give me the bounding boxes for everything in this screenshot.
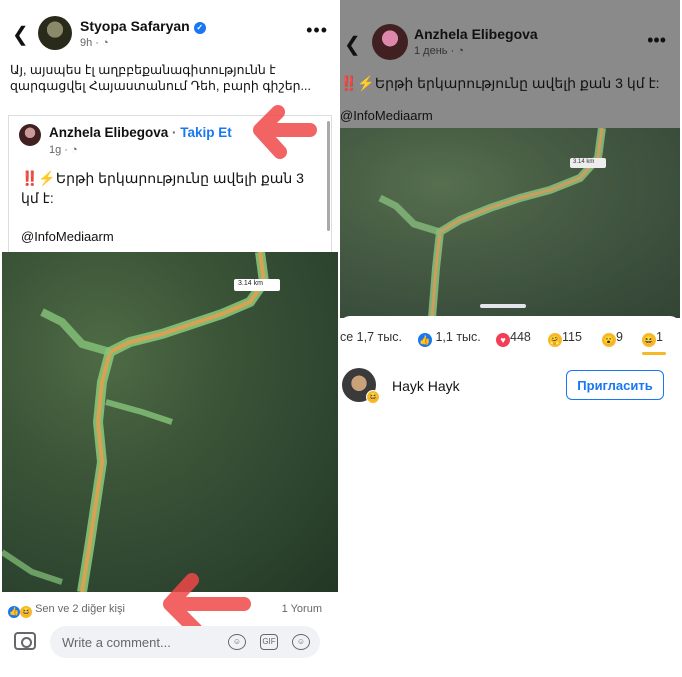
globe-icon: ◔ bbox=[457, 45, 464, 57]
emoji-icon[interactable]: ☺ bbox=[292, 634, 310, 650]
tab-like[interactable]: 👍 1,1 тыс. bbox=[418, 330, 481, 347]
tab-love[interactable]: ♥ 448 bbox=[496, 330, 531, 347]
haha-icon: 😆 bbox=[642, 333, 656, 347]
separator: · bbox=[168, 125, 181, 140]
post-text: ‼️⚡Երթի երկարությունը ավելի քան 3 կմ է: bbox=[340, 75, 660, 91]
back-icon[interactable]: ❮ bbox=[12, 22, 29, 47]
shared-author-name[interactable]: Anzhela Elibegova bbox=[49, 125, 168, 140]
map-distance-label: 3.14 km bbox=[238, 280, 263, 287]
tab-haha[interactable]: 😆1 bbox=[642, 330, 663, 347]
post-text: Այ, այսպես էլ աղբբեքանագիտությունն է զար… bbox=[10, 63, 311, 93]
follow-button[interactable]: Takip Et bbox=[180, 125, 232, 140]
avatar-sticker-icon[interactable]: ☺ bbox=[228, 634, 246, 650]
more-options-icon[interactable]: ••• bbox=[306, 20, 328, 41]
list-item[interactable]: 😆 Hayk Hayk Пригласить bbox=[340, 366, 680, 406]
post-header: ❮ Styopa Safaryan ✓ 9h · ◔ ••• bbox=[2, 8, 338, 56]
globe-icon: ◔ bbox=[71, 144, 78, 156]
comment-input[interactable]: Write a comment... ☺ GIF ☺ bbox=[50, 626, 320, 658]
left-screenshot: ❮ Styopa Safaryan ✓ 9h · ◔ ••• Այ, այսպես… bbox=[2, 0, 338, 677]
comments-count[interactable]: 1 Yorum bbox=[282, 603, 322, 615]
comment-bar: Write a comment... ☺ GIF ☺ bbox=[8, 626, 332, 662]
shared-avatar[interactable] bbox=[19, 124, 41, 146]
shared-author: Anzhela Elibegova · Takip Et bbox=[49, 125, 232, 140]
reactions-sheet: се 1,7 тыс. 👍 1,1 тыс. ♥ 448 🤗115 😮9 😆1 😆… bbox=[340, 316, 680, 677]
dimmed-post: ❮ Anzhela Elibegova 1 день · ◔ ••• ‼️⚡Եր… bbox=[340, 0, 680, 318]
shared-tag[interactable]: @InfoMediaarm bbox=[21, 229, 114, 244]
avatar[interactable] bbox=[372, 24, 408, 60]
shared-time: 1g · ◔ bbox=[49, 144, 78, 156]
annotation-arrow-top bbox=[253, 105, 317, 159]
author-name[interactable]: Anzhela Elibegova bbox=[414, 26, 538, 42]
globe-icon: ◔ bbox=[102, 37, 109, 49]
active-tab-indicator bbox=[642, 352, 666, 355]
post-header: ❮ Anzhela Elibegova 1 день · ◔ ••• bbox=[340, 18, 680, 66]
reactions-summary[interactable]: 👍 😆 Sen ve 2 diğer kişi 1 Yorum bbox=[8, 603, 332, 619]
post-time: 9h · ◔ bbox=[80, 37, 109, 49]
post-tag[interactable]: @InfoMediaarm bbox=[340, 108, 433, 123]
like-icon: 👍 bbox=[418, 333, 432, 347]
heart-icon: ♥ bbox=[496, 333, 510, 347]
verified-icon: ✓ bbox=[193, 22, 206, 34]
comment-placeholder: Write a comment... bbox=[62, 635, 171, 650]
author-name[interactable]: Styopa Safaryan ✓ bbox=[80, 18, 206, 34]
satellite-map-image[interactable]: 3.14 km bbox=[340, 128, 680, 318]
scrollbar[interactable] bbox=[327, 121, 330, 231]
gif-icon[interactable]: GIF bbox=[260, 634, 278, 650]
person-name[interactable]: Hayk Hayk bbox=[392, 378, 460, 394]
satellite-map-image[interactable]: 3.14 km bbox=[2, 252, 338, 592]
back-icon[interactable]: ❮ bbox=[344, 32, 361, 57]
like-icon: 👍 bbox=[8, 606, 20, 618]
route-overlay bbox=[2, 252, 280, 592]
tab-wow[interactable]: 😮9 bbox=[602, 330, 623, 347]
route-overlay bbox=[378, 128, 606, 318]
invite-button[interactable]: Пригласить bbox=[566, 370, 664, 400]
camera-icon[interactable] bbox=[14, 632, 36, 650]
haha-icon: 😆 bbox=[366, 390, 380, 404]
haha-icon: 😆 bbox=[20, 606, 32, 618]
shared-text: ‼️⚡Երթի երկարությունը ավելի քան 3 կմ է: bbox=[21, 170, 304, 206]
reactions-text[interactable]: Sen ve 2 diğer kişi bbox=[35, 603, 125, 615]
wow-icon: 😮 bbox=[602, 333, 616, 347]
post-time: 1 день · ◔ bbox=[414, 45, 464, 57]
avatar[interactable] bbox=[38, 16, 72, 50]
tab-care[interactable]: 🤗115 bbox=[548, 330, 582, 347]
sheet-drag-handle[interactable] bbox=[480, 304, 526, 308]
reaction-tabs: се 1,7 тыс. 👍 1,1 тыс. ♥ 448 🤗115 😮9 😆1 bbox=[340, 324, 680, 355]
more-options-icon[interactable]: ••• bbox=[647, 30, 666, 51]
right-screenshot: ❮ Anzhela Elibegova 1 день · ◔ ••• ‼️⚡Եր… bbox=[340, 0, 680, 677]
care-icon: 🤗 bbox=[548, 333, 562, 347]
map-distance-label: 3.14 km bbox=[573, 159, 595, 165]
tab-all[interactable]: се 1,7 тыс. bbox=[340, 330, 402, 344]
